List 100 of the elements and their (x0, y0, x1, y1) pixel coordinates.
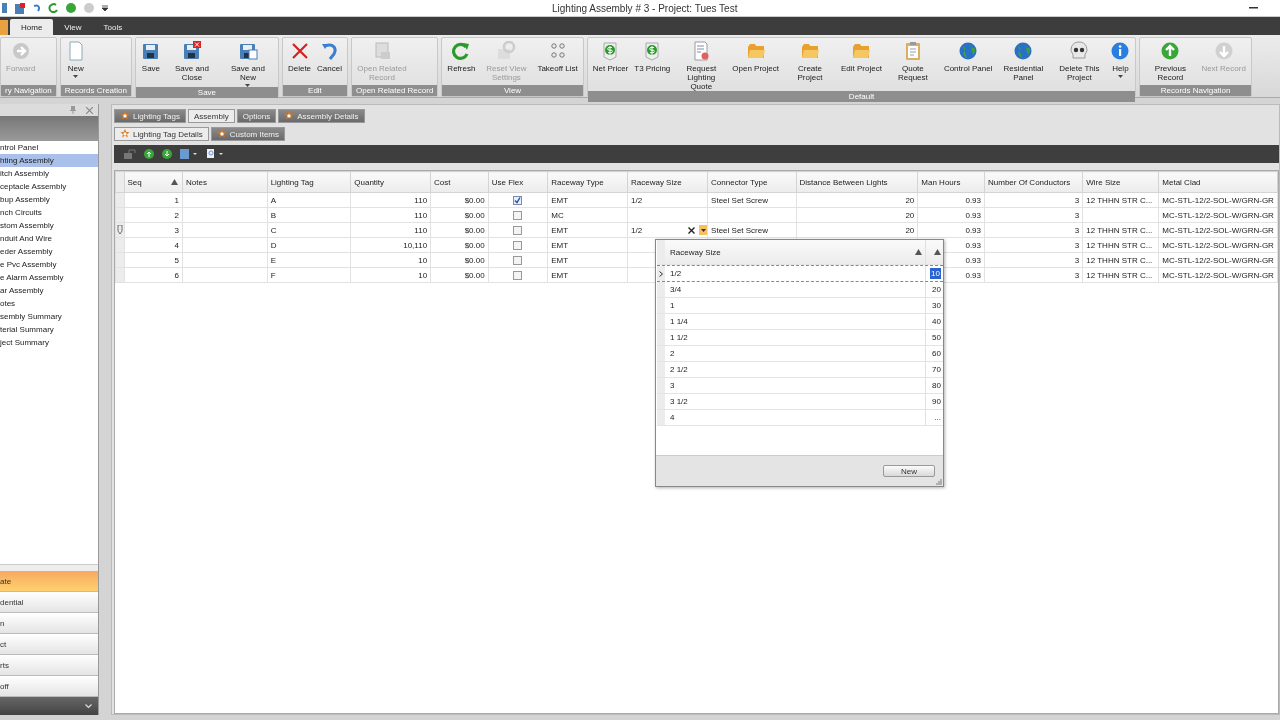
ribbon-button[interactable]: New (62, 38, 89, 85)
navigator-item[interactable]: eder Assembly (0, 245, 98, 258)
ribbon-button[interactable]: Save and Close (163, 38, 220, 87)
table-cell: E (267, 252, 351, 268)
column-header[interactable]: Notes (182, 171, 268, 193)
ribbon-button[interactable]: Delete (284, 38, 315, 85)
column-header[interactable]: Distance Between Lights (796, 171, 918, 193)
dropdown-option[interactable]: 3/4 20 (657, 282, 943, 298)
navigator-item[interactable]: ar Assembly (0, 284, 98, 297)
dropdown-option[interactable]: 1 1/2 50 (657, 330, 943, 346)
ribbon-button[interactable]: Delete This Project (1051, 38, 1108, 91)
dropdown-button[interactable] (699, 225, 707, 235)
ribbon-button[interactable]: Edit Project (838, 38, 885, 91)
checkbox[interactable] (513, 255, 523, 265)
ribbon-button[interactable]: Save and New (219, 38, 276, 87)
navigator-item[interactable]: hting Assembly (0, 154, 98, 167)
tab[interactable]: Lighting Tag Details (114, 127, 209, 141)
checkbox[interactable] (513, 195, 523, 205)
column-header[interactable]: Connector Type (707, 171, 797, 193)
ribbon-button[interactable]: Save (137, 38, 164, 87)
lock-icon[interactable] (124, 149, 136, 159)
dropdown-option[interactable]: 1 1/4 40 (657, 314, 943, 330)
column-header[interactable]: Raceway Size (627, 171, 708, 193)
minimize-icon[interactable] (1249, 7, 1258, 9)
navigator-button[interactable]: ate (0, 571, 98, 592)
navigator-button[interactable]: ct (0, 634, 98, 655)
column-header[interactable]: Raceway Type (547, 171, 628, 193)
ribbon-tab[interactable]: View (53, 19, 93, 35)
column-header[interactable]: Wire Size (1082, 171, 1159, 193)
dropdown-option[interactable]: 4 ... (657, 410, 943, 426)
tab[interactable]: Custom Items (210, 127, 286, 141)
navigator-item[interactable]: terial Summary (0, 323, 98, 336)
dropdown-option[interactable]: 2 60 (657, 346, 943, 362)
dropdown-option[interactable]: 3 1/2 90 (657, 394, 943, 410)
column-header[interactable]: Lighting Tag (267, 171, 351, 193)
ribbon-button[interactable]: Previous Record (1142, 38, 1199, 85)
navigator-button[interactable]: dential (0, 592, 98, 613)
navigator-item[interactable]: stom Assembly (0, 219, 98, 232)
navigator-item[interactable]: e Pvc Assembly (0, 258, 98, 271)
navigator-item[interactable]: ject Summary (0, 336, 98, 349)
ribbon-button[interactable]: Net Pricer (589, 38, 632, 91)
undo-icon[interactable] (33, 4, 40, 12)
ribbon-button[interactable]: Quote Request (884, 38, 941, 91)
splitter-grip[interactable] (0, 564, 98, 571)
search-icon[interactable] (206, 149, 224, 159)
dropdown-option[interactable]: 1/2 10 (657, 265, 943, 282)
navigator-item[interactable]: nch Circuits (0, 206, 98, 219)
new-button[interactable]: New (883, 465, 935, 477)
clear-icon[interactable] (688, 226, 696, 234)
column-header[interactable]: Cost (430, 171, 489, 193)
checkbox[interactable] (513, 225, 523, 235)
tab[interactable]: Assembly Details (278, 109, 365, 123)
chevron-icon[interactable] (85, 703, 92, 709)
save-icon[interactable] (15, 2, 25, 14)
navigator-item[interactable]: ceptacle Assembly (0, 180, 98, 193)
column-header[interactable]: Use Flex (488, 171, 548, 193)
ribbon-button[interactable]: Cancel (314, 38, 345, 85)
tab[interactable]: Lighting Tags (114, 109, 186, 123)
caret-icon[interactable] (102, 5, 108, 11)
dropdown-option[interactable]: 1 30 (657, 298, 943, 314)
column-header[interactable]: Quantity (350, 171, 431, 193)
checkbox[interactable] (513, 210, 523, 220)
navigator-item[interactable]: nduit And Wire (0, 232, 98, 245)
navigator-item[interactable]: e Alarm Assembly (0, 271, 98, 284)
ribbon-button[interactable]: Control Panel (940, 38, 996, 91)
ribbon-button[interactable]: Refresh (444, 38, 479, 85)
column-header[interactable]: Number Of Conductors (984, 171, 1083, 193)
close-icon[interactable] (86, 106, 93, 114)
tab[interactable]: Options (236, 109, 277, 123)
tab[interactable]: Assembly (188, 109, 235, 123)
ribbon-button[interactable]: T3 Pricing (631, 38, 674, 91)
column-header[interactable]: Metal Clad (1158, 171, 1278, 193)
ribbon-button[interactable]: Create Project (782, 38, 838, 91)
ribbon-button[interactable]: Takeoff List (534, 38, 581, 85)
dropdown-option[interactable]: 3 80 (657, 378, 943, 394)
checkbox[interactable] (513, 240, 523, 250)
navigator-button[interactable]: rts (0, 655, 98, 676)
column-header[interactable]: Seq (124, 171, 183, 193)
ribbon-button[interactable]: Request Lighting Quote (673, 38, 730, 91)
navigator-button[interactable]: off (0, 676, 98, 697)
navigator-item[interactable]: itch Assembly (0, 167, 98, 180)
ribbon-tab[interactable]: Home (10, 19, 54, 35)
resize-grip-icon[interactable] (936, 479, 942, 485)
checkbox[interactable] (513, 270, 523, 280)
navigator-item[interactable]: bup Assembly (0, 193, 98, 206)
navigator-button[interactable]: n (0, 613, 98, 634)
dropdown-option[interactable]: 2 1/2 70 (657, 362, 943, 378)
ribbon-button[interactable]: Open Project (729, 38, 782, 91)
refresh-icon[interactable] (48, 3, 58, 13)
navigator-item[interactable]: otes (0, 297, 98, 310)
row-header[interactable] (657, 266, 665, 281)
ribbon-button[interactable]: Help (1107, 38, 1134, 91)
navigator-item[interactable]: ntrol Panel (0, 141, 98, 154)
row-header[interactable] (115, 222, 124, 238)
column-header[interactable]: Man Hours (917, 171, 985, 193)
pin-icon[interactable] (70, 106, 76, 114)
navigator-item[interactable]: sembly Summary (0, 310, 98, 323)
ribbon-tab[interactable]: Tools (92, 19, 134, 35)
save-icon[interactable] (180, 149, 198, 159)
ribbon-button[interactable]: Residential Panel (995, 38, 1052, 91)
